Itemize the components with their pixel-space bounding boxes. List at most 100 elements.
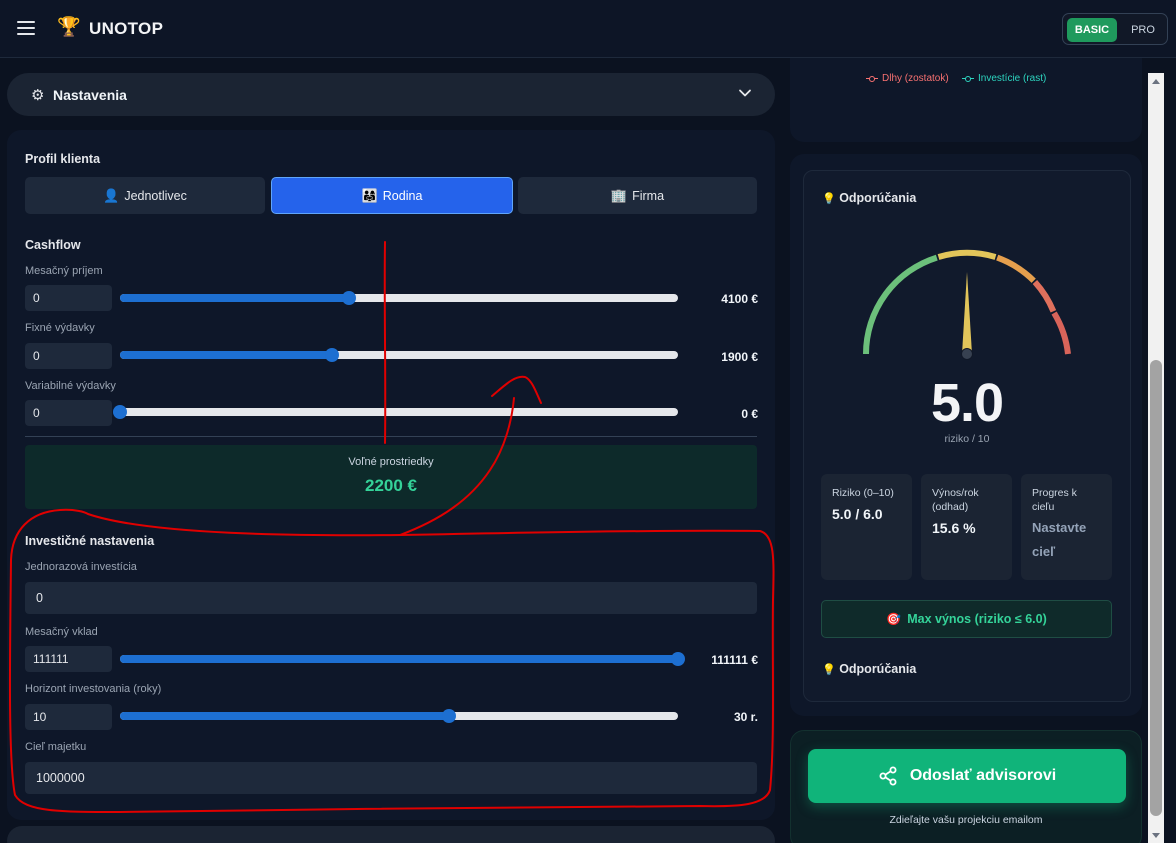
free-funds-value: 2200 € [365,476,417,495]
free-funds-label: Voľné prostriedky [348,456,434,468]
slider-thumb[interactable] [113,405,127,419]
person-icon: 👤 [103,187,120,203]
legend-label: Dlhy (zostatok) [882,73,949,84]
monthly-deposit-label: Mesačný vklad [25,626,98,638]
income-input[interactable]: 0 [25,285,112,311]
legend-debt: Dlhy (zostatok) [866,73,949,84]
trophy-icon: 🏆 [57,17,81,38]
gauge-arc-green [863,254,938,355]
legend-marker-debt [866,75,878,82]
plan-basic-button[interactable]: BASIC [1067,18,1117,42]
scrollbar-thumb[interactable] [1150,360,1162,816]
settings-accordion[interactable]: ⚙ Nastavenia [7,73,775,116]
scroll-up-arrow-icon[interactable] [1152,79,1160,84]
gear-icon: ⚙ [31,87,45,104]
stat-label: Výnos/rok (odhad) [932,487,979,513]
gauge-arc-red [1032,279,1057,313]
profile-option-label: Jednotlivec [124,188,187,203]
profile-option-company[interactable]: 🏢 Firma [518,177,757,214]
slider-fill [120,655,678,663]
risk-gauge [863,249,1071,360]
profile-option-label: Rodina [382,188,423,203]
risk-score: 5.0 [930,373,1004,433]
investment-title: Investičné nastavenia [25,534,155,548]
monthly-deposit-slider[interactable] [120,652,685,666]
legend-investments: Investície (rast) [962,73,1046,84]
fixed-expenses-input[interactable]: 0 [25,343,112,369]
monthly-deposit-input[interactable]: 111111 [25,646,112,672]
lightbulb-icon: 💡 [822,193,836,205]
stat-risk: Riziko (0–10) 5.0 / 6.0 [821,474,912,580]
wealth-goal-input[interactable]: 1000000 [25,762,757,794]
stat-label: Riziko (0–10) [832,487,894,499]
lump-sum-input[interactable]: 0 [25,582,757,614]
horizon-value: 30 r. [733,710,758,724]
fixed-expenses-value: 1900 € [721,350,758,364]
share-caption: Zdieľajte vašu projekciu emailom [889,814,1043,826]
slider-fill [120,294,349,302]
income-slider[interactable] [120,291,678,305]
recommendations-title-text: Odporúčania [839,191,917,205]
stat-value: Nastavte cieľ [1032,520,1087,559]
brand-name: UNOTOP [89,19,164,38]
plan-toggle: BASIC PRO [1062,13,1168,45]
recommendations-title-secondary: 💡 Odporúčania [822,662,916,676]
stat-value: 5.0 / 6.0 [832,506,883,522]
free-funds-box: Voľné prostriedky 2200 € [25,445,757,509]
income-value: 4100 € [721,292,758,306]
scroll-down-arrow-icon[interactable] [1152,833,1160,838]
target-icon: 🎯 [886,612,902,626]
next-section-accordion[interactable] [7,826,775,843]
horizon-label: Horizont investovania (roky) [25,683,162,695]
menu-icon[interactable] [17,21,35,35]
monthly-deposit-value: 111111 € [711,653,758,667]
max-yield-button[interactable]: 🎯 Max výnos (riziko ≤ 6.0) [821,600,1112,638]
variable-expenses-value: 0 € [741,407,758,421]
chevron-down-icon [739,89,751,97]
fixed-expenses-slider[interactable] [120,348,678,362]
cashflow-title: Cashflow [25,238,81,252]
slider-thumb[interactable] [341,291,356,305]
slider-thumb[interactable] [325,348,340,362]
slider-thumb[interactable] [671,652,685,666]
gauge-arc-orange [996,254,1036,283]
divider [25,436,757,437]
profile-option-label: Firma [632,188,665,203]
gauge-arc-darkred [1051,311,1071,355]
lightbulb-icon: 💡 [822,664,836,676]
max-yield-label: Max výnos (riziko ≤ 6.0) [907,612,1047,626]
horizon-input[interactable]: 10 [25,704,112,730]
profile-option-family[interactable]: 👨‍👩‍👧 Rodina [271,177,513,214]
lump-sum-label: Jednorazová investícia [25,561,137,573]
horizon-slider[interactable] [120,709,678,723]
chart-card [790,58,1142,142]
gauge-arc-yellow [937,249,997,260]
slider-fill [120,712,450,720]
profile-option-individual[interactable]: 👤 Jednotlivec [25,177,265,214]
variable-expenses-input[interactable]: 0 [25,400,112,426]
family-icon: 👨‍👩‍👧 [361,187,378,203]
legend-label: Investície (rast) [978,73,1047,84]
app-header: 🏆 UNOTOP BASIC PRO [0,0,1176,58]
send-to-advisor-label: Odoslať advisorovi [909,767,1057,784]
recommendations-title: 💡 Odporúčania [822,191,916,205]
send-to-advisor-button[interactable]: Odoslať advisorovi [808,749,1126,803]
stat-value: 15.6 % [932,520,976,536]
stat-yield: Výnos/rok (odhad) 15.6 % [921,474,1012,580]
income-label: Mesačný príjem [25,265,103,277]
legend-marker-investments [962,75,974,82]
variable-expenses-slider[interactable] [113,405,678,419]
gauge-hub [961,348,973,360]
plan-pro-button[interactable]: PRO [1123,18,1163,42]
fixed-expenses-label: Fixné výdavky [25,322,95,334]
profile-title: Profil klienta [25,152,101,166]
risk-score-caption: riziko / 10 [944,433,990,445]
building-icon: 🏢 [610,187,628,203]
share-icon [879,766,897,786]
settings-title: Nastavenia [53,87,127,103]
stat-goal-progress: Progres k cieľu Nastavte cieľ [1021,474,1112,580]
gauge-needle [962,272,972,354]
wealth-goal-label: Cieľ majetku [25,741,87,753]
stat-label: Progres k cieľu [1032,487,1077,513]
variable-expenses-label: Variabilné výdavky [25,380,116,392]
